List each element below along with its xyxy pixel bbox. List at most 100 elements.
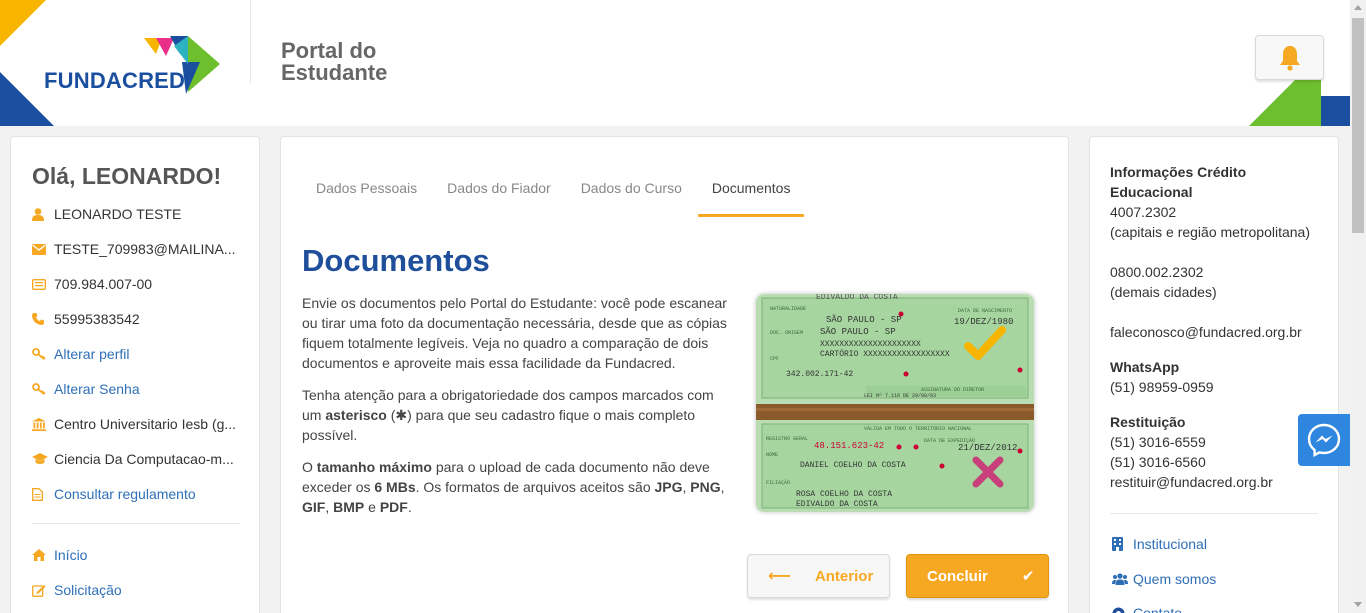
tab-documentos[interactable]: Documentos [697, 177, 806, 217]
key-icon [32, 383, 46, 395]
svg-text:VÁLIDA EM TODO O TERRITÓRIO NA: VÁLIDA EM TODO O TERRITÓRIO NACIONAL [864, 425, 972, 432]
credit-phone-capitals: 4007.2302 [1110, 204, 1177, 220]
home-link[interactable]: Início [32, 545, 242, 565]
user-institution: Centro Universitario Iesb (g... [32, 414, 242, 434]
envelope-icon [32, 243, 46, 255]
user-phone: 55995383542 [32, 309, 242, 329]
previous-button-label: Anterior [814, 567, 874, 585]
messenger-icon [1307, 423, 1341, 457]
building-icon [1112, 537, 1123, 551]
instructions-paragraph-3: O tamanho máximo para o upload de cada d… [302, 459, 725, 515]
finish-button[interactable]: Concluir ✔ [906, 554, 1049, 598]
svg-text:EDIVALDO DA COSTA: EDIVALDO DA COSTA [796, 500, 878, 509]
credit-phone-other-note: (demais cidades) [1110, 284, 1217, 300]
document-comparison-image: EDIVALDO DA COSTA NATURALIDADE SÃO PAULO… [756, 294, 1034, 512]
svg-text:342.002.171-42: 342.002.171-42 [786, 370, 853, 379]
check-icon: ✔ [1021, 568, 1035, 585]
svg-text:CPF: CPF [770, 356, 779, 362]
user-sidebar: Olá, LEONARDO! LEONARDO TESTE TESTE_7099… [10, 136, 260, 613]
contact-icon [1112, 607, 1125, 613]
finish-button-label: Concluir [927, 567, 988, 585]
fundacred-logo[interactable]: FUNDACRED [44, 32, 224, 96]
user-course: Ciencia Da Computacao-m... [32, 449, 242, 469]
previous-button[interactable]: ⟵ Anterior [747, 554, 890, 598]
svg-text:DATA DE NASCIMENTO: DATA DE NASCIMENTO [958, 308, 1012, 314]
corner-decoration-blue-right [1321, 96, 1350, 126]
svg-text:DOC. ORIGEM: DOC. ORIGEM [770, 330, 803, 336]
svg-text:48.151.623-42: 48.151.623-42 [814, 441, 884, 451]
request-link[interactable]: Solicitação [32, 580, 242, 600]
phone-icon [32, 313, 44, 325]
page-scrollbar[interactable] [1350, 0, 1366, 613]
bell-icon [1279, 45, 1300, 71]
about-us-link[interactable]: Quem somos [1112, 569, 1216, 589]
header: FUNDACRED Portal do Estudante [0, 0, 1350, 126]
user-icon [32, 207, 44, 221]
main-content: Dados Pessoais Dados do Fiador Dados do … [280, 136, 1069, 613]
scroll-down-icon[interactable] [1354, 602, 1362, 607]
document-icon [32, 487, 43, 501]
credit-info-title: Informações Crédito Educacional [1110, 164, 1247, 200]
svg-text:CARTÓRIO XXXXXXXXXXXXXXXXXX: CARTÓRIO XXXXXXXXXXXXXXXXXX [820, 349, 950, 359]
svg-text:EDIVALDO DA COSTA: EDIVALDO DA COSTA [816, 294, 898, 302]
id-card-icon [32, 278, 46, 290]
page-title: Documentos [302, 243, 490, 278]
graduation-cap-icon [32, 453, 48, 464]
svg-text:SÃO PAULO - SP: SÃO PAULO - SP [820, 326, 896, 337]
svg-text:DANIEL COELHO DA COSTA: DANIEL COELHO DA COSTA [800, 461, 906, 470]
svg-text:XXXXXXXXXXXXXXXXXXXXX: XXXXXXXXXXXXXXXXXXXXX [820, 340, 921, 349]
institutional-link[interactable]: Institucional [1112, 534, 1207, 554]
svg-text:LEI Nº 7.116 DE 29/08/83: LEI Nº 7.116 DE 29/08/83 [864, 393, 936, 399]
refund-phone-1: (51) 3016-6559 [1110, 434, 1206, 450]
tab-dados-do-curso[interactable]: Dados do Curso [566, 177, 697, 217]
tab-dados-do-fiador[interactable]: Dados do Fiador [432, 177, 566, 217]
form-tabs: Dados Pessoais Dados do Fiador Dados do … [301, 177, 805, 217]
greeting: Olá, LEONARDO! [32, 163, 222, 189]
svg-text:21/DEZ/2012: 21/DEZ/2012 [958, 443, 1017, 453]
instructions-paragraph-2: Tenha atenção para a obrigatoriedade dos… [302, 387, 714, 443]
users-icon [1112, 573, 1128, 585]
contact-email: faleconosco@fundacred.org.br [1110, 324, 1302, 340]
tab-dados-pessoais[interactable]: Dados Pessoais [301, 177, 432, 217]
instructions-paragraph-1: Envie os documentos pelo Portal do Estud… [302, 295, 727, 371]
refund-phone-2: (51) 3016-6560 [1110, 454, 1206, 470]
svg-text:FILIAÇÃO: FILIAÇÃO [766, 479, 790, 486]
user-cpf: 709.984.007-00 [32, 274, 242, 294]
arrow-left-icon: ⟵ [768, 568, 791, 585]
whatsapp-number: (51) 98959-0959 [1110, 379, 1214, 395]
whatsapp-title: WhatsApp [1110, 359, 1180, 375]
svg-text:ROSA COELHO DA COSTA: ROSA COELHO DA COSTA [796, 490, 892, 499]
edit-icon [32, 584, 46, 597]
credit-phone-capitals-note: (capitais e região metropolitana) [1110, 224, 1310, 240]
key-icon [32, 348, 46, 360]
notifications-button[interactable] [1255, 35, 1324, 80]
header-divider [250, 0, 251, 84]
contact-link[interactable]: Contato [1112, 603, 1182, 613]
scroll-thumb[interactable] [1352, 18, 1364, 233]
user-name: LEONARDO TESTE [32, 204, 242, 224]
contact-info: Informações Crédito Educacional 4007.230… [1110, 162, 1325, 492]
svg-text:NOME: NOME [766, 452, 778, 458]
svg-text:REGISTRO GERAL: REGISTRO GERAL [766, 436, 808, 442]
logo-text: FUNDACRED [44, 68, 186, 93]
sidebar-divider [32, 523, 240, 524]
svg-text:NATURALIDADE: NATURALIDADE [770, 306, 806, 312]
info-sidebar: Informações Crédito Educacional 4007.230… [1089, 136, 1339, 613]
scroll-up-icon[interactable] [1354, 5, 1362, 10]
portal-title: Portal do Estudante [281, 38, 388, 85]
instructions: Envie os documentos pelo Portal do Estud… [302, 293, 732, 529]
change-password-link[interactable]: Alterar Senha [32, 379, 242, 399]
svg-text:SÃO PAULO - SP: SÃO PAULO - SP [826, 314, 902, 325]
corner-decoration-yellow [0, 0, 46, 46]
credit-phone-other: 0800.002.2302 [1110, 264, 1204, 280]
asterisk-icon: ✱ [395, 407, 408, 423]
info-divider [1110, 513, 1318, 514]
change-profile-link[interactable]: Alterar perfil [32, 344, 242, 364]
user-email: TESTE_709983@MAILINA... [32, 239, 242, 259]
regulation-link[interactable]: Consultar regulamento [32, 484, 242, 504]
home-icon [32, 549, 46, 561]
messenger-chat-button[interactable] [1298, 414, 1350, 466]
svg-text:19/DEZ/1980: 19/DEZ/1980 [954, 317, 1013, 327]
refund-title: Restituição [1110, 414, 1186, 430]
institution-icon [32, 417, 46, 431]
